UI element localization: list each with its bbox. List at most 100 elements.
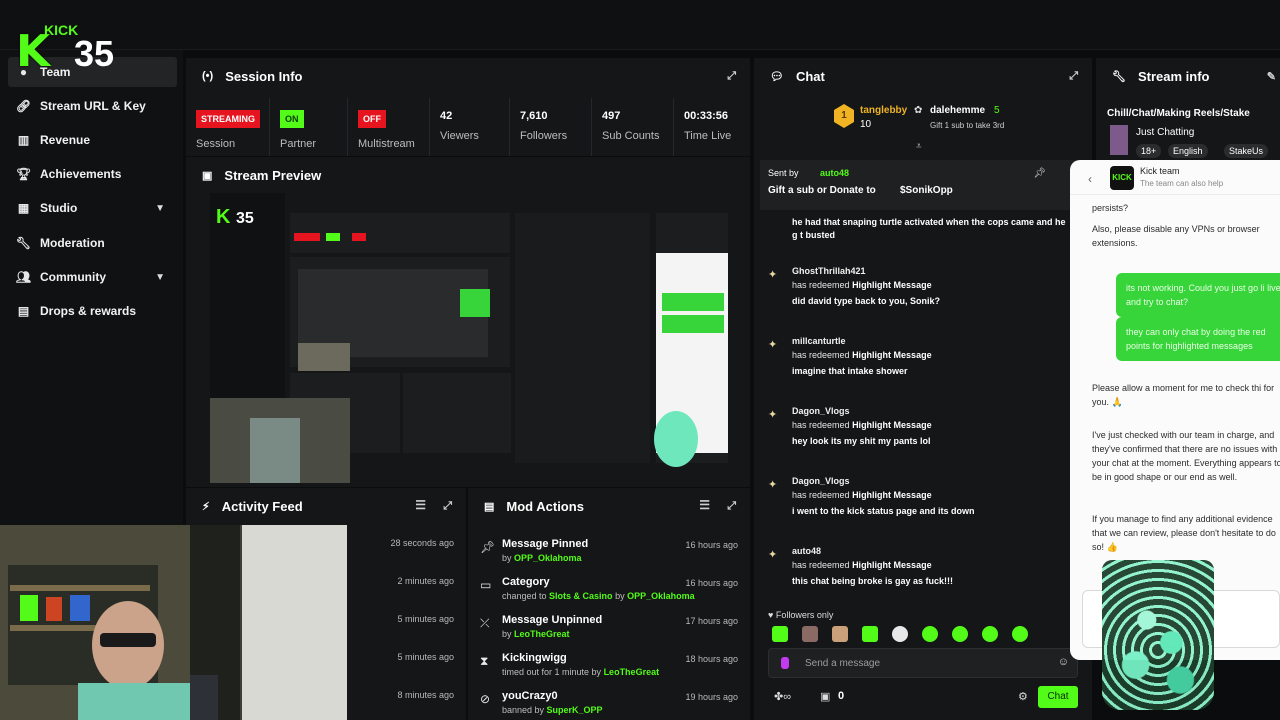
sidebar-item-label: Achievements (40, 167, 122, 181)
redeem-text: has redeemed (792, 560, 850, 570)
stream-tag[interactable]: English (1168, 144, 1208, 158)
chevron-down-icon: ▼ (155, 202, 165, 214)
filter-icon[interactable]: ☰ (699, 498, 710, 512)
session-info-panel: (•) Session Info ⤢ STREAMING Session ON … (186, 58, 750, 156)
mod-action-detail-text: by (502, 629, 515, 639)
sidebar-item-drops[interactable]: ▤ Drops & rewards (8, 296, 177, 326)
gear-icon[interactable]: ⚙ (1018, 690, 1028, 703)
pin-icon: 📌︎ (480, 540, 496, 554)
chat-username[interactable]: millcanturtle (792, 336, 846, 346)
stream-info-panel: 🔧︎ Stream info ✎ Chill/Chat/Making Reels… (1096, 58, 1280, 168)
mod-action-title: Category (502, 576, 550, 588)
stream-tag[interactable]: StakeUs (1224, 144, 1269, 158)
chat-redeem-line: has redeemed Highlight Message (792, 560, 932, 570)
emote[interactable] (832, 626, 848, 642)
sidebar-item-revenue[interactable]: ▥ Revenue (8, 125, 177, 155)
preview-icon: ▣ (202, 169, 213, 182)
expand-icon[interactable]: ⤢ (443, 500, 452, 513)
svg-text:35: 35 (236, 210, 254, 227)
emote[interactable] (1012, 626, 1028, 642)
mod-action-category[interactable]: Slots & Casino (549, 591, 613, 601)
stat-value: 42 (440, 110, 453, 122)
stream-info-header: 🔧︎ Stream info ✎ (1096, 58, 1280, 94)
mod-action-user[interactable]: OPP_Oklahoma (514, 553, 582, 563)
mod-action-user[interactable]: SuperK_OPP (547, 705, 603, 715)
top-bar (0, 0, 1280, 50)
mod-action-row: 📌︎ Message Pinned by OPP_Oklahoma 16 hou… (468, 536, 750, 574)
stat-value: 00:33:56 (684, 110, 729, 122)
pinned-text: Gift a sub or Donate to (768, 185, 876, 196)
redeem-text: has redeemed (792, 490, 850, 500)
gifter-name[interactable]: dalehemme (930, 105, 985, 116)
session-info-header: (•) Session Info ⤢ (186, 58, 750, 94)
emote[interactable] (952, 626, 968, 642)
chat-send-button[interactable]: Chat (1038, 686, 1078, 708)
reward-name: Highlight Message (852, 490, 932, 500)
stream-preview-panel: ▣ Stream Preview K 35 (186, 157, 750, 487)
stream-category[interactable]: Just Chatting (1136, 127, 1194, 138)
sidebar-item-moderation[interactable]: 🔧︎ Moderation (8, 228, 177, 258)
emote[interactable] (802, 626, 818, 642)
chat-input-wrap[interactable]: Send a message ☺ (768, 648, 1078, 678)
mod-action-user[interactable]: LeoTheGreat (514, 629, 570, 639)
stat-multistream: OFF Multistream (348, 98, 430, 156)
chat-username[interactable]: Dagon_Vlogs (792, 406, 850, 416)
pin-icon[interactable]: 📌︎ (1033, 168, 1046, 179)
support-message: If you manage to find any additional evi… (1092, 514, 1276, 552)
stat-viewers: 42 Viewers (430, 98, 510, 156)
kick-logo-icon: KICK (1110, 166, 1134, 190)
user-message-bubble: they can only chat by doing the red poin… (1116, 317, 1280, 361)
chat-input-placeholder[interactable]: Send a message (805, 658, 880, 669)
pinned-user[interactable]: auto48 (820, 168, 849, 178)
panel-title: Session Info (225, 68, 303, 84)
stat-sub-counts: 497 Sub Counts (592, 98, 674, 156)
emoji-icon[interactable]: ☺ (1058, 656, 1069, 668)
mod-action-time: 19 hours ago (685, 692, 738, 702)
stream-tag[interactable]: 18+ (1136, 144, 1162, 158)
infinity-points-icon[interactable]: ✤∞ (774, 690, 791, 703)
mod-action-user[interactable]: LeoTheGreat (604, 667, 660, 677)
redeem-icon: ✦ (768, 339, 778, 351)
gift-box-icon[interactable]: ▣ (820, 690, 830, 703)
chat-redeem-line: has redeemed Highlight Message (792, 490, 932, 500)
link-icon: 🔗︎ (15, 99, 32, 113)
expand-icon[interactable]: ⤢ (727, 70, 736, 83)
emote[interactable] (922, 626, 938, 642)
stream-preview-video[interactable]: K 35 (210, 193, 728, 483)
support-team-name: Kick team (1140, 166, 1180, 176)
emote[interactable] (862, 626, 878, 642)
sidebar-item-community[interactable]: 👥︎ Community ▼ (8, 262, 177, 292)
chat-username[interactable]: Dagon_Vlogs (792, 476, 850, 486)
sidebar-item-achievements[interactable]: 🏆︎ Achievements (8, 159, 177, 189)
sidebar-item-studio[interactable]: ▦ Studio ▼ (8, 193, 177, 223)
mod-action-detail: timed out for 1 minute by LeoTheGreat (502, 667, 659, 677)
stat-label: Multistream (358, 138, 415, 150)
emote[interactable] (892, 626, 908, 642)
emote[interactable] (982, 626, 998, 642)
gifter-count: 5 (994, 105, 1000, 116)
top-gifter-count: 10 (860, 119, 872, 130)
top-gifter-name[interactable]: tanglebby (860, 105, 907, 116)
chat-redeem-line: has redeemed Highlight Message (792, 280, 932, 290)
stat-value: 7,610 (520, 110, 548, 122)
collapse-icon[interactable]: ⩡ (916, 141, 922, 152)
user-message-bubble: its not working. Could you just go li li… (1116, 273, 1280, 317)
expand-icon[interactable]: ⤢ (727, 500, 736, 513)
chat-username[interactable]: auto48 (792, 546, 821, 556)
drops-icon: ▤ (17, 304, 30, 318)
mod-action-user[interactable]: OPP_Oklahoma (627, 591, 695, 601)
back-chevron-icon[interactable]: ‹ (1088, 172, 1092, 186)
sidebar-item-stream-url[interactable]: 🔗︎ Stream URL & Key (8, 91, 177, 121)
mod-action-time: 18 hours ago (685, 654, 738, 664)
mod-actions-header: ▤ Mod Actions ☰ ⤢ (468, 488, 750, 524)
filter-icon[interactable]: ☰ (415, 498, 426, 512)
chat-username[interactable]: GhostThrillah421 (792, 266, 866, 276)
support-message: Please allow a moment for me to check th… (1092, 383, 1275, 407)
mod-action-row: ▭ Category changed to Slots & Casino by … (468, 574, 750, 612)
expand-icon[interactable]: ⤢ (1069, 70, 1078, 83)
emote[interactable] (772, 626, 788, 642)
support-message: I've just checked with our team in charg… (1092, 430, 1280, 482)
reward-name: Highlight Message (852, 350, 932, 360)
mod-action-detail-text: timed out for 1 minute by (502, 667, 604, 677)
edit-icon[interactable]: ✎ (1267, 70, 1276, 83)
